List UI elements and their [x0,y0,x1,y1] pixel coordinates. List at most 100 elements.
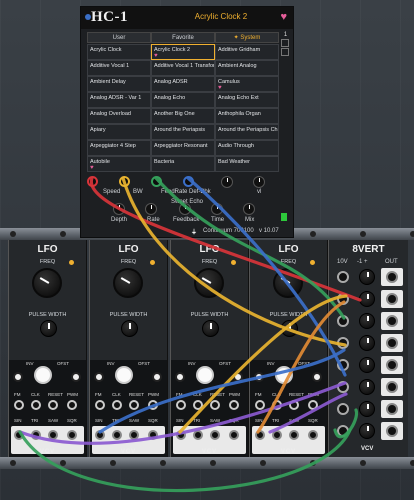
output-jack[interactable] [210,430,220,440]
ofst-switch[interactable] [312,372,322,382]
preset-item[interactable]: Additive Gridham [215,44,279,60]
input-jack[interactable] [112,400,122,410]
jack-feedrate[interactable] [151,176,162,187]
vert-input-jack[interactable] [337,425,349,437]
inv-switch[interactable] [13,372,23,382]
preset-item[interactable]: Audio Through [215,140,279,156]
preset-item[interactable]: Autobile ♥ [87,156,151,172]
vert-gain-knob[interactable] [359,313,375,329]
vert-input-jack[interactable] [337,315,349,327]
input-jack[interactable] [31,400,41,410]
preset-item[interactable]: Ambient Delay [87,76,151,92]
favorite-heart-icon[interactable]: ♥ [280,11,287,23]
tab-favorite[interactable]: Favorite [151,32,215,43]
output-jack[interactable] [272,430,282,440]
preset-item[interactable]: Camulus ♥ [215,76,279,92]
output-jack[interactable] [48,430,58,440]
vert-output-jack[interactable] [386,271,398,283]
preset-item[interactable]: Analog Echo [151,92,215,108]
vert-gain-knob[interactable] [359,269,375,285]
vert-output-jack[interactable] [386,315,398,327]
input-jack[interactable] [255,400,265,410]
output-jack[interactable] [129,430,139,440]
freq-knob[interactable] [32,268,62,298]
knob-rate[interactable] [145,203,157,215]
inv-switch[interactable] [175,372,185,382]
tab-system[interactable]: ✦ System [215,32,279,43]
page-down-button[interactable] [281,48,289,56]
knob-feedback[interactable] [179,203,191,215]
preset-item[interactable]: Analog ADSR - Var 1 [87,92,151,108]
output-jack[interactable] [255,430,265,440]
vert-gain-knob[interactable] [359,291,375,307]
offset-button[interactable] [277,368,291,382]
knob-depth[interactable] [113,203,125,215]
output-jack[interactable] [31,430,41,440]
preset-item[interactable]: Additive Vocal 1 [87,60,151,76]
vert-output-jack[interactable] [386,403,398,415]
preset-item[interactable]: Apiary [87,124,151,140]
input-jack[interactable] [95,400,105,410]
output-jack[interactable] [148,430,158,440]
output-jack[interactable] [289,430,299,440]
freq-knob[interactable] [113,268,143,298]
vert-input-jack[interactable] [337,359,349,371]
preset-item[interactable]: Arpeggiator Resonant [151,140,215,156]
input-jack[interactable] [67,400,77,410]
vert-input-jack[interactable] [337,271,349,283]
inv-switch[interactable] [94,372,104,382]
preset-item[interactable]: Analog Echo Ext [215,92,279,108]
vert-output-jack[interactable] [386,425,398,437]
vert-gain-knob[interactable] [359,379,375,395]
knob-5[interactable] [221,176,233,188]
preset-item[interactable]: Arpeggiator 4 Step [87,140,151,156]
knob-vl[interactable] [253,176,265,188]
freq-knob[interactable] [194,268,224,298]
input-jack[interactable] [229,400,239,410]
output-jack[interactable] [95,430,105,440]
output-jack[interactable] [14,430,24,440]
ofst-switch[interactable] [233,372,243,382]
output-jack[interactable] [193,430,203,440]
pulse-width-knob[interactable] [281,320,298,337]
vert-gain-knob[interactable] [359,423,375,439]
vert-gain-knob[interactable] [359,335,375,351]
preset-item[interactable]: Analog ADSR [151,76,215,92]
offset-button[interactable] [117,368,131,382]
input-jack[interactable] [193,400,203,410]
input-jack[interactable] [148,400,158,410]
vert-gain-knob[interactable] [359,357,375,373]
input-jack[interactable] [176,400,186,410]
jack-speed[interactable] [87,176,98,187]
input-jack[interactable] [14,400,24,410]
vert-input-jack[interactable] [337,381,349,393]
tab-user[interactable]: User [87,32,151,43]
input-jack[interactable] [129,400,139,410]
vert-input-jack[interactable] [337,337,349,349]
pulse-width-knob[interactable] [40,320,57,337]
freq-knob[interactable] [273,268,303,298]
vert-input-jack[interactable] [337,403,349,415]
preset-item[interactable]: Around the Periapsis Ch [215,124,279,140]
preset-item[interactable]: Acrylic Clock [87,44,151,60]
vert-output-jack[interactable] [386,337,398,349]
knob-mix[interactable] [243,203,255,215]
offset-button[interactable] [198,368,212,382]
pulse-width-knob[interactable] [121,320,138,337]
preset-item[interactable]: Anthophila Organ [215,108,279,124]
ofst-switch[interactable] [71,372,81,382]
vert-output-jack[interactable] [386,293,398,305]
vert-gain-knob[interactable] [359,401,375,417]
output-jack[interactable] [229,430,239,440]
input-jack[interactable] [48,400,58,410]
jack-bw[interactable] [119,176,130,187]
output-jack[interactable] [112,430,122,440]
vert-input-jack[interactable] [337,293,349,305]
pulse-width-knob[interactable] [202,320,219,337]
preset-item[interactable]: Around the Periapsis [151,124,215,140]
vert-output-jack[interactable] [386,359,398,371]
preset-item[interactable]: Ambient Analog [215,60,279,76]
ofst-switch[interactable] [152,372,162,382]
page-up-button[interactable] [281,39,289,47]
inv-switch[interactable] [254,372,264,382]
